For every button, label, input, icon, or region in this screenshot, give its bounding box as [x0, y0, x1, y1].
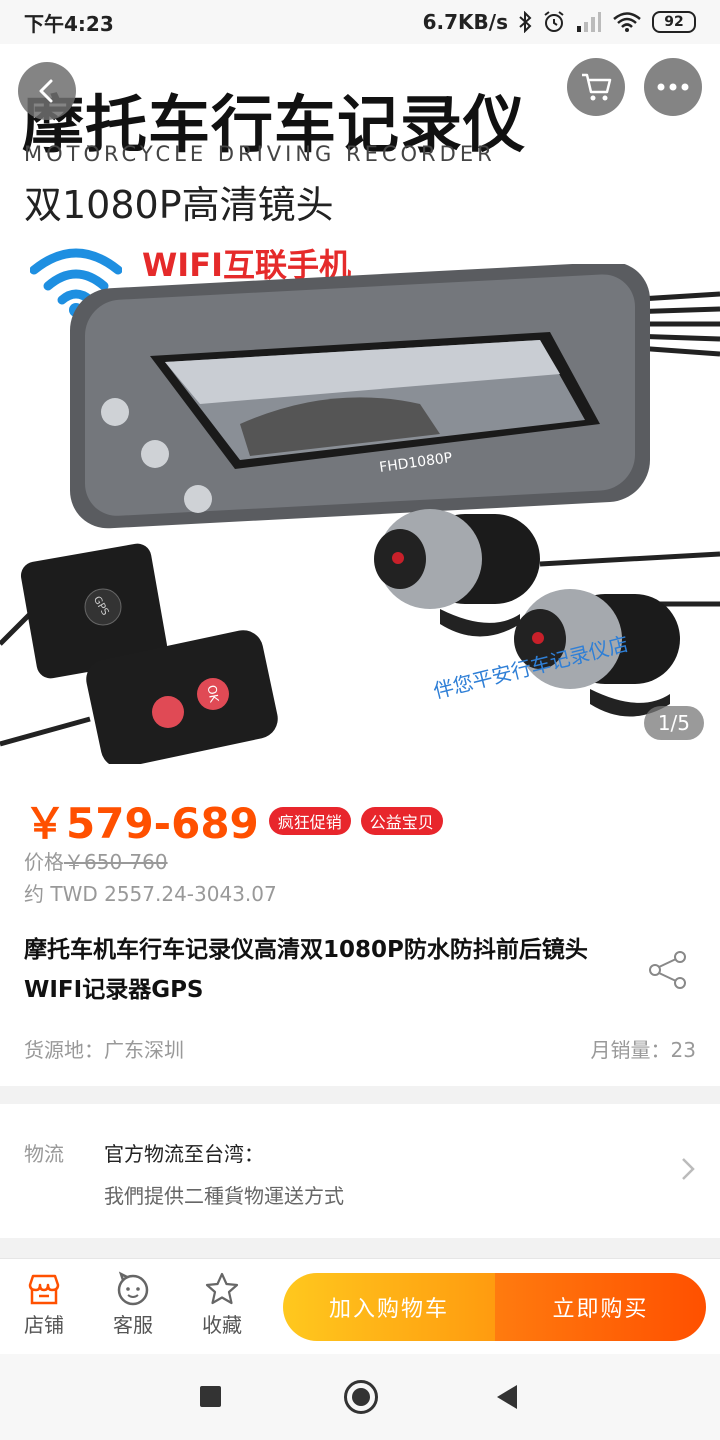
bottom-action-bar: 店铺 客服 收藏 加入购物车 立即购买	[0, 1258, 720, 1354]
logistics-row[interactable]: 物流 官方物流至台湾： 我們提供二種貨物運送方式	[0, 1104, 720, 1238]
bluetooth-icon	[519, 11, 532, 33]
buy-now-button[interactable]: 立即购买	[495, 1273, 706, 1341]
section-divider	[0, 1086, 720, 1104]
customer-service-icon	[117, 1271, 149, 1306]
current-price: ￥579-689	[24, 799, 259, 848]
alarm-icon	[544, 11, 564, 32]
customer-service-button[interactable]: 客服	[103, 1271, 163, 1338]
product-info-section: ￥579-689 疯狂促销 公益宝贝 价格￥650-760 约 TWD 2557…	[0, 764, 720, 1086]
cart-icon	[582, 73, 612, 101]
more-icon	[657, 83, 689, 91]
original-price-value: ￥650-760	[64, 850, 168, 874]
shop-label: 店铺	[24, 1313, 64, 1337]
customer-service-label: 客服	[113, 1313, 153, 1337]
cart-button[interactable]	[567, 58, 625, 116]
chevron-right-icon	[682, 1158, 695, 1180]
monthly-sales: 月销量：23	[590, 1038, 696, 1062]
image-counter: 1/5	[643, 706, 704, 740]
network-speed: 6.7KB/s	[422, 10, 508, 34]
star-icon	[205, 1272, 239, 1305]
product-title: 摩托车机车行车记录仪高清双1080P防水防抖前后镜头WIFI记录器GPS	[24, 937, 588, 1003]
home-button[interactable]	[344, 1380, 378, 1414]
back-button[interactable]	[18, 62, 76, 120]
share-icon[interactable]	[646, 948, 690, 992]
origin-location: 货源地：广东深圳	[24, 1038, 184, 1062]
logistics-title: 官方物流至台湾：	[104, 1142, 264, 1166]
section-divider	[0, 1238, 720, 1258]
recent-apps-button[interactable]	[200, 1386, 221, 1407]
image-subtitle-cn: 双1080P高清镜头	[24, 183, 334, 227]
logistics-label: 物流	[24, 1142, 64, 1166]
logistics-description: 我們提供二種貨物運送方式	[104, 1184, 344, 1208]
add-to-cart-button[interactable]: 加入购物车	[283, 1273, 495, 1341]
system-navigation-bar	[0, 1354, 720, 1440]
image-subtitle-en: MOTORCYCLE DRIVING RECORDER	[24, 142, 496, 166]
status-icons: 6.7KB/s 92	[423, 10, 696, 34]
original-price-label: 价格	[24, 850, 64, 874]
status-bar: 下午4:23 6.7KB/s 92	[0, 0, 720, 44]
signal-icon	[577, 12, 601, 32]
back-icon	[39, 79, 53, 103]
promo-tag: 疯狂促销	[268, 806, 351, 835]
store-icon	[28, 1274, 60, 1305]
favorite-label: 收藏	[202, 1313, 242, 1337]
battery-icon: 92	[652, 11, 696, 33]
favorite-button[interactable]: 收藏	[192, 1271, 252, 1338]
status-time: 下午4:23	[24, 11, 114, 36]
shop-button[interactable]: 店铺	[14, 1271, 74, 1338]
system-back-button[interactable]	[497, 1385, 517, 1409]
charity-tag: 公益宝贝	[360, 806, 443, 835]
price-row: ￥579-689 疯狂促销 公益宝贝	[24, 790, 443, 851]
original-price: 价格￥650-760	[24, 846, 168, 875]
wifi-icon	[613, 12, 641, 32]
dashcam-device-illustration: FHD1080P GPS OK	[0, 264, 720, 764]
more-button[interactable]	[644, 58, 702, 116]
converted-price: 约 TWD 2557.24-3043.07	[24, 882, 277, 906]
product-image-carousel[interactable]: 摩托车行车记录仪 MOTORCYCLE DRIVING RECORDER 双10…	[0, 44, 720, 764]
